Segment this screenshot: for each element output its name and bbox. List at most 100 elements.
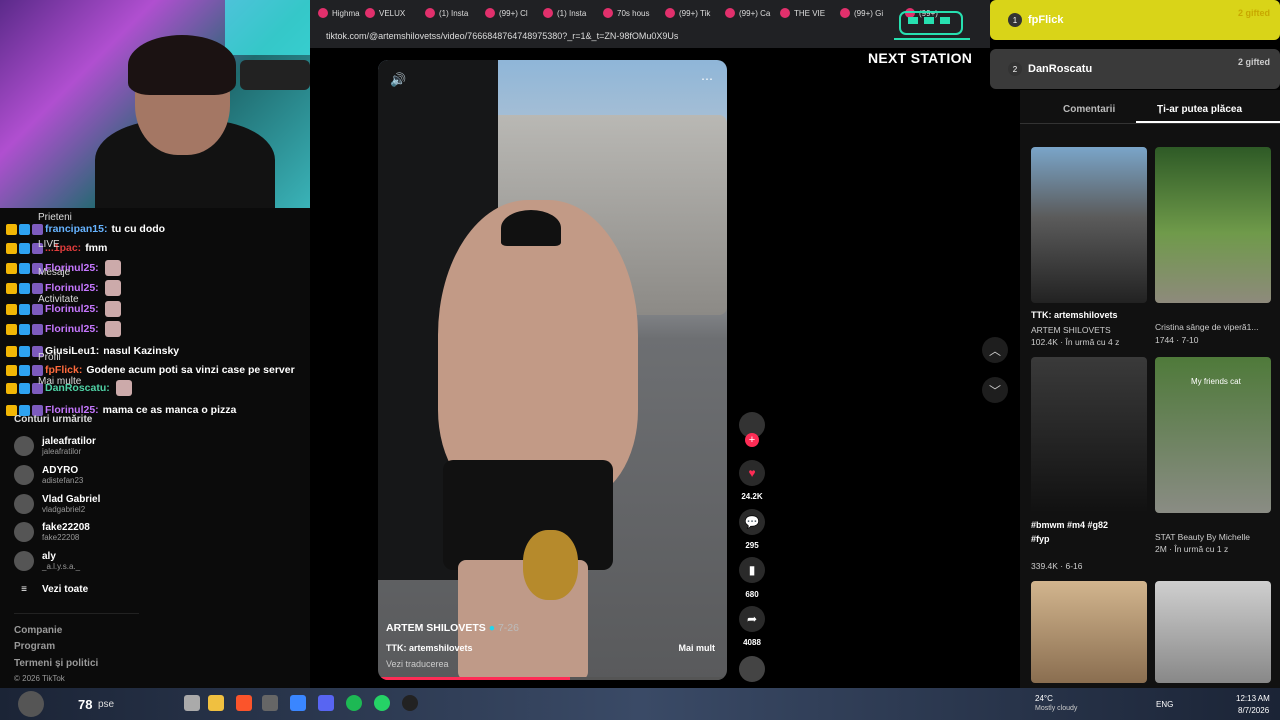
- comment-icon[interactable]: 💬: [739, 509, 765, 535]
- volume-icon[interactable]: 🔊: [390, 72, 406, 88]
- tab-favicon-icon: [725, 8, 735, 18]
- browser-tab[interactable]: (99+) Tik: [665, 4, 710, 22]
- sidebar-nav-item[interactable]: Mesaje: [38, 267, 70, 278]
- sidebar-nav-item[interactable]: LIVE: [38, 239, 60, 250]
- item2-author: Cristina sânge de viperă1...: [1155, 322, 1259, 332]
- followed-account[interactable]: fake22208 fake22208: [14, 522, 90, 542]
- thumb-1[interactable]: [1031, 147, 1147, 303]
- microphone: [240, 60, 310, 90]
- followed-account[interactable]: ADYRO adistefan23: [14, 465, 83, 485]
- chat-badge-icon: [19, 282, 30, 294]
- bookmark-icon[interactable]: ▮: [739, 557, 765, 583]
- follow-plus-icon[interactable]: +: [745, 433, 759, 447]
- followed-account[interactable]: jaleafratilor jaleafratilor: [14, 436, 96, 456]
- browser-tab[interactable]: Highma: [318, 4, 360, 22]
- clock-date: 8/7/2026: [1238, 706, 1270, 715]
- see-all-link[interactable]: ≡ Vezi toate: [14, 584, 88, 595]
- chat-text: tu cu dodo: [111, 223, 166, 235]
- like-heart-icon[interactable]: ♥: [739, 460, 765, 486]
- app-icon[interactable]: [402, 695, 418, 711]
- chat-badge-icon: [32, 303, 43, 315]
- browser-tab[interactable]: (99+) Cl: [485, 4, 528, 22]
- browser-tab[interactable]: (1) Insta: [543, 4, 586, 22]
- list-icon: ≡: [21, 584, 27, 595]
- next-video-chevron-down-icon[interactable]: ﹀: [982, 377, 1008, 403]
- tab-recommended[interactable]: Ți-ar putea plăcea: [1157, 104, 1242, 115]
- browser-tab[interactable]: (99+) Gi: [840, 4, 883, 22]
- chat-badge-icon: [6, 323, 17, 335]
- video-player[interactable]: 🔊 ⋯ ARTEM SHILOVETS ● 7-26 TTK: artemshi…: [378, 60, 727, 680]
- taskbar-counter: 78: [78, 697, 93, 712]
- sidebar-nav-item[interactable]: Activitate: [38, 294, 79, 305]
- sidebar-nav-item[interactable]: Mai multe: [38, 376, 81, 387]
- address-bar[interactable]: tiktok.com/@artemshilovetss/video/766684…: [326, 31, 678, 41]
- chat-badge-icon: [6, 262, 17, 274]
- tab-favicon-icon: [840, 8, 850, 18]
- followed-account[interactable]: Vlad Gabriel vladgabriel2: [14, 494, 100, 514]
- discord-icon[interactable]: [318, 695, 334, 711]
- chat-badge-icon: [19, 364, 30, 376]
- browser-tab[interactable]: 70s hous: [603, 4, 649, 22]
- next-station-label: NEXT STATION: [868, 50, 973, 66]
- sound-disc-icon[interactable]: [739, 656, 765, 682]
- more-options-icon[interactable]: ⋯: [701, 72, 713, 86]
- account-handle: jaleafratilor: [42, 447, 82, 456]
- video-progress-track[interactable]: [378, 677, 727, 680]
- account-handle: _a.l.y.s.a._: [42, 562, 81, 571]
- chat-username[interactable]: Florinul25:: [45, 323, 99, 335]
- obs-icon[interactable]: [262, 695, 278, 711]
- thumb-6[interactable]: [1155, 581, 1271, 683]
- footer-link-program[interactable]: Program: [14, 641, 55, 652]
- followed-account[interactable]: aly _a.l.y.s.a._: [14, 551, 80, 571]
- sidebar-nav-item[interactable]: Prieteni: [38, 212, 72, 223]
- task-view-icon[interactable]: [184, 695, 200, 711]
- tab-comments[interactable]: Comentarii: [1063, 104, 1115, 115]
- top-gifter-2: 2 DanRoscatu 2 gifted: [990, 49, 1280, 89]
- browser-tab[interactable]: THE VIE: [780, 4, 825, 22]
- browser-tab[interactable]: (1) Insta: [425, 4, 468, 22]
- item4-stats: 2M · În urmă cu 1 z: [1155, 544, 1229, 554]
- chat-emote-icon: [115, 380, 132, 396]
- clock-time[interactable]: 12:13 AM: [1236, 694, 1270, 703]
- chat-badge-icon: [32, 364, 43, 376]
- chat-emote-icon: [104, 280, 121, 296]
- sidebar-nav-item[interactable]: Profil: [38, 352, 61, 363]
- account-name: fake22208: [42, 522, 90, 533]
- chat-username[interactable]: Florinul25:: [45, 282, 99, 294]
- chat-badge-icon: [6, 382, 17, 394]
- chat-badge-icon: [19, 262, 30, 274]
- chat-badge-icon: [6, 364, 17, 376]
- chat-username[interactable]: francipan15:: [45, 223, 107, 235]
- train-icon: [894, 11, 970, 40]
- item3-title: #bmwm #m4 #g82: [1031, 520, 1109, 530]
- thumb-4[interactable]: My friends cat: [1155, 357, 1271, 513]
- browser-tab[interactable]: (99+) Ca: [725, 4, 770, 22]
- footer-link-terms[interactable]: Termeni și politici: [14, 658, 98, 669]
- thumb-5[interactable]: [1031, 581, 1147, 683]
- chat-badge-icon: [6, 223, 17, 235]
- language-indicator[interactable]: ENG: [1156, 700, 1173, 709]
- store-icon[interactable]: [290, 695, 306, 711]
- share-icon[interactable]: ➦: [739, 606, 765, 632]
- video-progress-fill: [378, 677, 570, 680]
- thumb-2[interactable]: [1155, 147, 1271, 303]
- chat-badge-icon: [6, 282, 17, 294]
- brave-icon[interactable]: [236, 695, 252, 711]
- prev-video-chevron-up-icon[interactable]: ︿: [982, 337, 1008, 363]
- top-gifter-1: 1 fpFlick 2 gifted: [990, 0, 1280, 40]
- video-author-line[interactable]: ARTEM SHILOVETS ● 7-26: [386, 622, 519, 634]
- chat-text: nasul Kazinsky: [103, 345, 180, 357]
- chat-username[interactable]: fpFlick:: [45, 364, 82, 376]
- spotify-icon[interactable]: [346, 695, 362, 711]
- more-link[interactable]: Mai mult: [678, 643, 715, 653]
- tab-favicon-icon: [318, 8, 328, 18]
- divider: [14, 613, 139, 614]
- streamer-hair: [128, 35, 236, 95]
- whatsapp-icon[interactable]: [374, 695, 390, 711]
- weather-temp[interactable]: 24°C: [1035, 694, 1053, 703]
- translate-link[interactable]: Vezi traducerea: [386, 659, 449, 669]
- thumb-3[interactable]: [1031, 357, 1147, 513]
- footer-link-company[interactable]: Companie: [14, 625, 62, 636]
- explorer-icon[interactable]: [208, 695, 224, 711]
- browser-tab[interactable]: VELUX: [365, 4, 405, 22]
